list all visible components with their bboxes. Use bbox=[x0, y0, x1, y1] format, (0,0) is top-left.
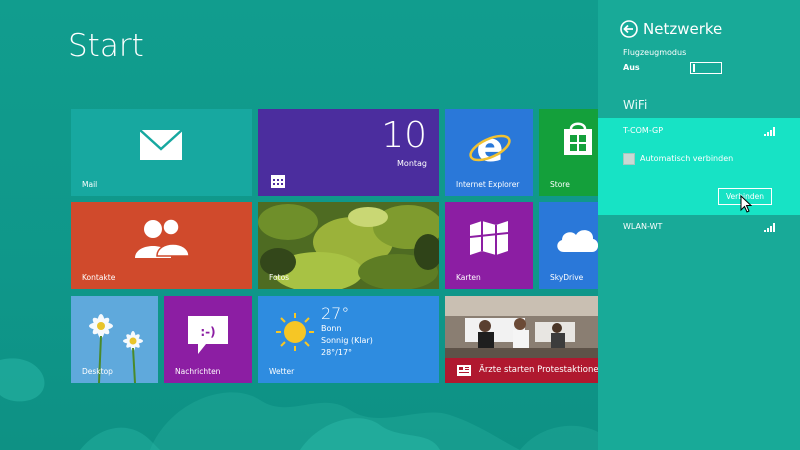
tile-news[interactable]: Ärzte starten Protestaktionen bbox=[445, 296, 601, 383]
networks-title: Netzwerke bbox=[643, 20, 723, 38]
tile-mail-label: Mail bbox=[82, 180, 98, 189]
wifi-section-title: WiFi bbox=[623, 98, 648, 112]
tile-photos[interactable]: Fotos bbox=[258, 202, 439, 289]
networks-header: Netzwerke bbox=[620, 20, 722, 38]
mouse-cursor-icon bbox=[740, 195, 752, 213]
news-headline-bar: Ärzte starten Protestaktionen bbox=[445, 358, 601, 383]
maps-icon bbox=[469, 221, 509, 255]
network-item-t-com-gp[interactable]: T-COM-GP Automatisch verbinden Verbinden bbox=[598, 118, 800, 215]
tile-desktop-label: Desktop bbox=[82, 367, 113, 376]
wifi-signal-icon bbox=[764, 127, 775, 136]
tile-ie-label: Internet Explorer bbox=[456, 180, 520, 189]
tile-messaging-label: Nachrichten bbox=[175, 367, 221, 376]
tile-maps[interactable]: Karten bbox=[445, 202, 533, 289]
airplane-mode-toggle[interactable] bbox=[690, 62, 722, 74]
tile-contacts[interactable]: Kontakte bbox=[71, 202, 252, 289]
news-headline: Ärzte starten Protestaktionen bbox=[479, 365, 601, 375]
networks-panel: Netzwerke Flugzeugmodus Aus WiFi T-COM-G… bbox=[598, 0, 800, 450]
tile-store[interactable]: Store bbox=[539, 109, 601, 196]
store-icon bbox=[564, 122, 592, 155]
contacts-people-icon bbox=[135, 218, 189, 258]
network-name: T-COM-GP bbox=[623, 126, 664, 135]
tile-desktop[interactable]: Desktop bbox=[71, 296, 158, 383]
messaging-icon: :-) bbox=[188, 316, 228, 354]
tile-store-label: Store bbox=[550, 180, 570, 189]
weather-condition: Sonnig (Klar) bbox=[321, 336, 373, 345]
calendar-day-name: Montag bbox=[397, 159, 427, 168]
tile-contacts-label: Kontakte bbox=[82, 273, 116, 282]
svg-text::-): :-) bbox=[200, 325, 215, 339]
tile-calendar[interactable]: 10 Montag bbox=[258, 109, 439, 196]
airplane-mode-value: Aus bbox=[623, 63, 640, 72]
network-item-wlan-wt[interactable]: WLAN-WT bbox=[598, 218, 800, 238]
start-title: Start bbox=[68, 28, 144, 64]
news-icon bbox=[457, 365, 471, 376]
tile-internet-explorer[interactable]: e Internet Explorer bbox=[445, 109, 533, 196]
news-photo-image bbox=[445, 296, 601, 358]
calendar-day-number: 10 bbox=[381, 115, 427, 156]
tile-maps-label: Karten bbox=[456, 273, 481, 282]
tile-weather-label: Wetter bbox=[269, 367, 295, 376]
internet-explorer-icon: e bbox=[469, 125, 511, 169]
auto-connect-checkbox[interactable] bbox=[623, 153, 635, 165]
tile-weather[interactable]: 27° Bonn Sonnig (Klar) 28°/17° Wetter bbox=[258, 296, 439, 383]
network-name: WLAN-WT bbox=[623, 222, 663, 231]
weather-city: Bonn bbox=[321, 324, 342, 333]
mail-icon bbox=[139, 129, 183, 160]
skydrive-cloud-icon bbox=[557, 230, 599, 252]
tile-skydrive-label: SkyDrive bbox=[550, 273, 584, 282]
sun-icon bbox=[276, 313, 314, 351]
wifi-signal-icon bbox=[764, 223, 775, 232]
weather-temperature: 27° bbox=[321, 304, 350, 323]
tile-messaging[interactable]: :-) Nachrichten bbox=[164, 296, 252, 383]
tile-mail[interactable]: Mail bbox=[71, 109, 252, 196]
tile-photos-label: Fotos bbox=[269, 273, 290, 282]
auto-connect-label: Automatisch verbinden bbox=[640, 154, 734, 163]
airplane-mode-label: Flugzeugmodus bbox=[623, 48, 687, 57]
weather-range: 28°/17° bbox=[321, 348, 353, 357]
tile-skydrive[interactable]: SkyDrive bbox=[539, 202, 601, 289]
calendar-icon bbox=[271, 175, 285, 188]
svg-text:e: e bbox=[476, 125, 503, 169]
back-arrow-icon[interactable] bbox=[620, 20, 638, 38]
